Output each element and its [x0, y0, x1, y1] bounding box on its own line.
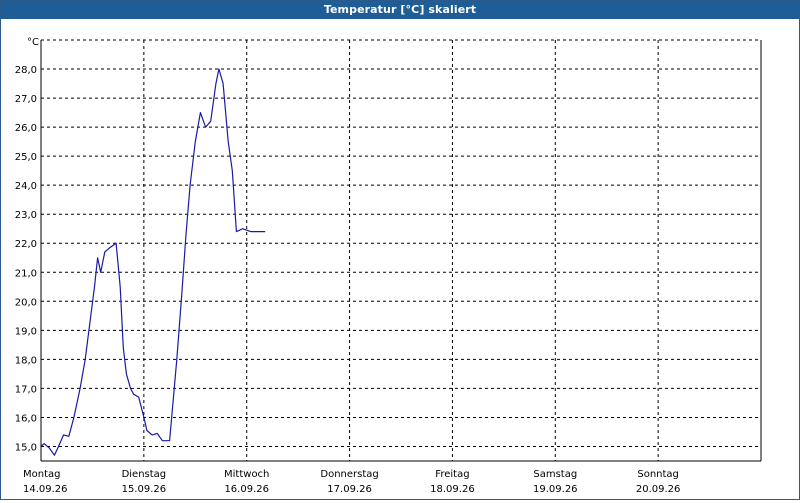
x-tick-date-label: 20.09.26 — [636, 484, 681, 495]
chart-area: 15,0 16,0 17,0 18,0 19,0 20,0 21,0 22,0 23,0 24,0… — [1, 19, 799, 499]
y-tick-label: 26,0 — [15, 123, 37, 134]
x-tick-day-label: Samstag — [533, 469, 577, 480]
x-tick-date-label: 15.09.26 — [122, 484, 167, 495]
x-tick-day-label: Freitag — [435, 469, 469, 480]
x-tick-day-label: Sonntag — [637, 469, 679, 480]
x-tick-day-label: Mittwoch — [224, 469, 269, 480]
y-tick-label: 28,0 — [15, 65, 37, 76]
y-tick-label: 23,0 — [15, 210, 37, 221]
grid — [41, 39, 761, 461]
x-tick-date-label: 18.09.26 — [430, 484, 475, 495]
y-tick-label: 22,0 — [15, 239, 37, 250]
axes: 15,0 16,0 17,0 18,0 19,0 20,0 21,0 22,0 23,0 24,0… — [15, 37, 762, 495]
x-tick-date-label: 14.09.26 — [23, 484, 68, 495]
y-tick-label: 18,0 — [15, 355, 37, 366]
y-tick-label: 16,0 — [15, 413, 37, 424]
y-tick-label: 20,0 — [15, 297, 37, 308]
series-layer — [40, 68, 266, 456]
temperature-series-line — [40, 68, 266, 456]
y-tick-label: 15,0 — [15, 442, 37, 453]
y-tick-label: 17,0 — [15, 384, 37, 395]
y-tick-label: 24,0 — [15, 181, 37, 192]
chart-window: Temperatur [°C] skaliert 15,0 16,0 17,0 18,… — [0, 0, 800, 500]
x-tick-day-label: Donnerstag — [320, 469, 378, 480]
x-tick-day-label: Dienstag — [122, 469, 167, 480]
y-tick-label: 19,0 — [15, 326, 37, 337]
x-tick-date-label: 17.09.26 — [327, 484, 372, 495]
y-tick-label: 27,0 — [15, 94, 37, 105]
y-axis-unit-label: °C — [27, 37, 39, 48]
x-tick-date-label: 19.09.26 — [533, 484, 578, 495]
x-tick-date-label: 16.09.26 — [224, 484, 269, 495]
y-tick-label: 25,0 — [15, 152, 37, 163]
temperature-chart: 15,0 16,0 17,0 18,0 19,0 20,0 21,0 22,0 23,0 24,0… — [15, 37, 762, 495]
y-tick-label: 21,0 — [15, 268, 37, 279]
window-title: Temperatur [°C] skaliert — [1, 1, 799, 19]
x-tick-day-label: Montag — [23, 469, 60, 480]
